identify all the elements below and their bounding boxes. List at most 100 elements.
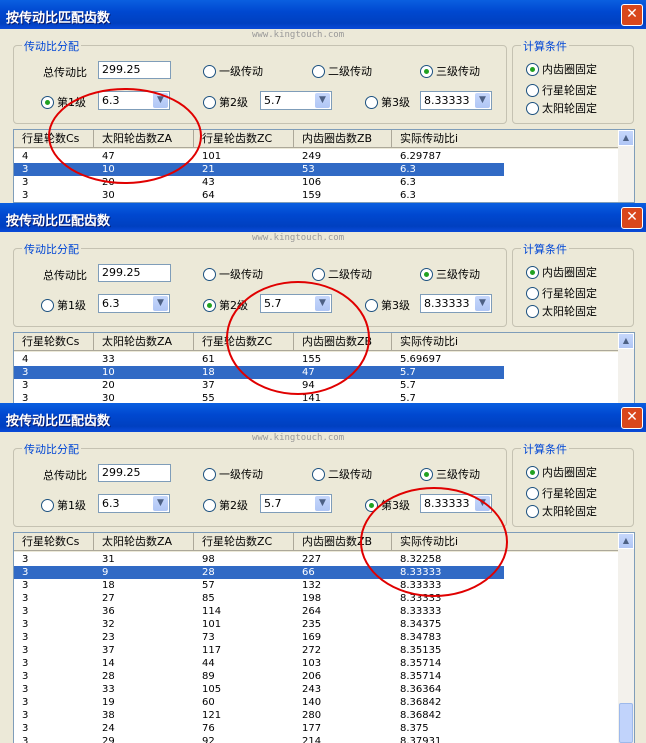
- single-stage-radio[interactable]: 一级传动: [203, 266, 263, 282]
- level-l3-select[interactable]: 8.33333 ▼: [420, 494, 492, 513]
- table-row[interactable]: 3 19 60 140 8.36842: [14, 696, 504, 709]
- level-l1-radio[interactable]: 第1级: [41, 94, 86, 110]
- column-header[interactable]: 内齿圈齿数ZB: [294, 533, 392, 551]
- chevron-down-icon[interactable]: ▼: [153, 296, 168, 311]
- three-stage-radio[interactable]: 三级传动: [420, 266, 480, 282]
- vertical-scrollbar[interactable]: ▲: [618, 130, 634, 202]
- scroll-up-icon[interactable]: ▲: [618, 333, 634, 349]
- sun-fixed-radio[interactable]: 太阳轮固定: [526, 503, 597, 519]
- table-row[interactable]: 3 37 117 272 8.35135: [14, 644, 504, 657]
- table-row[interactable]: 3 14 44 103 8.35714: [14, 657, 504, 670]
- carrier-fixed-radio[interactable]: 行星轮固定: [526, 285, 597, 301]
- table-row[interactable]: 3 24 76 177 8.375: [14, 722, 504, 735]
- column-header[interactable]: 行星轮齿数ZC: [194, 333, 294, 351]
- close-button[interactable]: ✕: [621, 407, 643, 429]
- column-header[interactable]: 行星轮数Cs: [14, 533, 94, 551]
- total-ratio-input[interactable]: 299.25: [98, 61, 171, 79]
- vertical-scrollbar[interactable]: ▲: [618, 333, 634, 403]
- level-l1-select[interactable]: 6.3 ▼: [98, 91, 170, 110]
- three-stage-radio[interactable]: 三级传动: [420, 63, 480, 79]
- chevron-down-icon[interactable]: ▼: [153, 496, 168, 511]
- level-l2-radio[interactable]: 第2级: [203, 497, 248, 513]
- column-header[interactable]: 实际传动比i: [392, 333, 620, 351]
- radio-dot-icon: [41, 498, 54, 512]
- table-row[interactable]: 3 9 28 66 8.33333: [14, 566, 504, 579]
- three-stage-radio[interactable]: 三级传动: [420, 466, 480, 482]
- sun-fixed-radio[interactable]: 太阳轮固定: [526, 303, 597, 319]
- table-row[interactable]: 3 33 105 243 8.36364: [14, 683, 504, 696]
- level-l1-radio[interactable]: 第1级: [41, 497, 86, 513]
- table-row[interactable]: 3 29 92 214 8.37931: [14, 735, 504, 743]
- table-row[interactable]: 3 10 18 47 5.7: [14, 366, 504, 379]
- ring-fixed-radio[interactable]: 内齿圈固定: [526, 464, 597, 480]
- table-row[interactable]: 3 23 73 169 8.34783: [14, 631, 504, 644]
- chevron-down-icon[interactable]: ▼: [315, 93, 330, 108]
- column-header[interactable]: 实际传动比i: [392, 533, 620, 551]
- level-l3-radio[interactable]: 第3级: [365, 94, 410, 110]
- column-header[interactable]: 内齿圈齿数ZB: [294, 333, 392, 351]
- close-button[interactable]: ✕: [621, 207, 643, 229]
- ring-fixed-radio[interactable]: 内齿圈固定: [526, 61, 597, 77]
- chevron-down-icon[interactable]: ▼: [475, 496, 490, 511]
- level-l1-select[interactable]: 6.3 ▼: [98, 494, 170, 513]
- table-row[interactable]: 3 36 114 264 8.33333: [14, 605, 504, 618]
- single-stage-radio[interactable]: 一级传动: [203, 466, 263, 482]
- scrollbar-thumb[interactable]: [619, 703, 633, 743]
- chevron-down-icon[interactable]: ▼: [315, 496, 330, 511]
- level-l2-radio[interactable]: 第2级: [203, 297, 248, 313]
- table-row[interactable]: 3 30 55 141 5.7: [14, 392, 504, 403]
- close-button[interactable]: ✕: [621, 4, 643, 26]
- sun-fixed-radio[interactable]: 太阳轮固定: [526, 100, 597, 116]
- column-header[interactable]: 内齿圈齿数ZB: [294, 130, 392, 148]
- two-stage-radio[interactable]: 二级传动: [312, 266, 372, 282]
- vertical-scrollbar[interactable]: ▲: [618, 533, 634, 743]
- results-table[interactable]: 行星轮数Cs 太阳轮齿数ZA 行星轮齿数ZC 内齿圈齿数ZB 实际传动比i 3 31 98 22…: [13, 532, 635, 743]
- column-header[interactable]: 行星轮齿数ZC: [194, 130, 294, 148]
- level-l3-radio[interactable]: 第3级: [365, 297, 410, 313]
- table-row[interactable]: 3 38 121 280 8.36842: [14, 709, 504, 722]
- total-ratio-input[interactable]: 299.25: [98, 464, 171, 482]
- results-table[interactable]: 行星轮数Cs 太阳轮齿数ZA 行星轮齿数ZC 内齿圈齿数ZB 实际传动比i 4 47 101 2…: [13, 129, 635, 203]
- column-header[interactable]: 太阳轮齿数ZA: [94, 533, 194, 551]
- results-table[interactable]: 行星轮数Cs 太阳轮齿数ZA 行星轮齿数ZC 内齿圈齿数ZB 实际传动比i 4 33 61 15…: [13, 332, 635, 403]
- level-l3-select[interactable]: 8.33333 ▼: [420, 91, 492, 110]
- table-row[interactable]: 3 30 64 159 6.3: [14, 189, 504, 202]
- chevron-down-icon[interactable]: ▼: [153, 93, 168, 108]
- column-header[interactable]: 太阳轮齿数ZA: [94, 333, 194, 351]
- level-l2-select[interactable]: 5.7 ▼: [260, 294, 332, 313]
- column-header[interactable]: 实际传动比i: [392, 130, 620, 148]
- level-l1-radio[interactable]: 第1级: [41, 297, 86, 313]
- level-l3-select[interactable]: 8.33333 ▼: [420, 294, 492, 313]
- two-stage-radio[interactable]: 二级传动: [312, 63, 372, 79]
- level-l2-select[interactable]: 5.7 ▼: [260, 494, 332, 513]
- table-row[interactable]: 4 33 61 155 5.69697: [14, 353, 504, 366]
- column-header[interactable]: 行星轮数Cs: [14, 130, 94, 148]
- column-header[interactable]: 行星轮数Cs: [14, 333, 94, 351]
- chevron-down-icon[interactable]: ▼: [475, 296, 490, 311]
- ring-fixed-radio[interactable]: 内齿圈固定: [526, 264, 597, 280]
- single-stage-radio[interactable]: 一级传动: [203, 63, 263, 79]
- level-l1-select[interactable]: 6.3 ▼: [98, 294, 170, 313]
- column-header[interactable]: 行星轮齿数ZC: [194, 533, 294, 551]
- level-l3-radio[interactable]: 第3级: [365, 497, 410, 513]
- table-row[interactable]: 4 47 101 249 6.29787: [14, 150, 504, 163]
- scroll-up-icon[interactable]: ▲: [618, 533, 634, 549]
- table-row[interactable]: 3 20 43 106 6.3: [14, 176, 504, 189]
- two-stage-radio[interactable]: 二级传动: [312, 466, 372, 482]
- table-row[interactable]: 3 28 89 206 8.35714: [14, 670, 504, 683]
- table-row[interactable]: 3 10 21 53 6.3: [14, 163, 504, 176]
- total-ratio-input[interactable]: 299.25: [98, 264, 171, 282]
- table-row[interactable]: 3 27 85 198 8.33333: [14, 592, 504, 605]
- table-row[interactable]: 3 32 101 235 8.34375: [14, 618, 504, 631]
- carrier-fixed-radio[interactable]: 行星轮固定: [526, 82, 597, 98]
- table-row[interactable]: 3 20 37 94 5.7: [14, 379, 504, 392]
- level-l2-radio[interactable]: 第2级: [203, 94, 248, 110]
- level-l2-select[interactable]: 5.7 ▼: [260, 91, 332, 110]
- chevron-down-icon[interactable]: ▼: [315, 296, 330, 311]
- table-row[interactable]: 3 31 98 227 8.32258: [14, 553, 504, 566]
- chevron-down-icon[interactable]: ▼: [475, 93, 490, 108]
- column-header[interactable]: 太阳轮齿数ZA: [94, 130, 194, 148]
- scroll-up-icon[interactable]: ▲: [618, 130, 634, 146]
- carrier-fixed-radio[interactable]: 行星轮固定: [526, 485, 597, 501]
- table-row[interactable]: 3 18 57 132 8.33333: [14, 579, 504, 592]
